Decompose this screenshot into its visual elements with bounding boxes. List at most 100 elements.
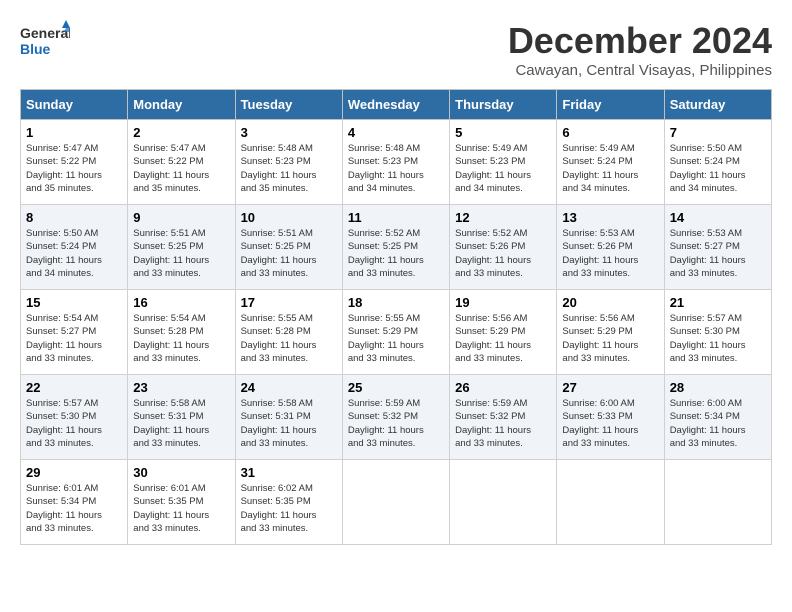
day-number: 6 xyxy=(562,125,658,140)
day-number: 27 xyxy=(562,380,658,395)
calendar-cell: 19 Sunrise: 5:56 AMSunset: 5:29 PMDayligh… xyxy=(450,290,557,375)
day-number: 18 xyxy=(348,295,444,310)
day-info: Sunrise: 5:52 AMSunset: 5:26 PMDaylight:… xyxy=(455,227,551,280)
day-info: Sunrise: 5:52 AMSunset: 5:25 PMDaylight:… xyxy=(348,227,444,280)
day-number: 24 xyxy=(241,380,337,395)
day-info: Sunrise: 5:50 AMSunset: 5:24 PMDaylight:… xyxy=(670,142,766,195)
calendar-cell: 28Sunrise: 6:00 AMSunset: 5:34 PMDayligh… xyxy=(664,375,771,460)
calendar-cell: 22 Sunrise: 5:57 AMSunset: 5:30 PMDayligh… xyxy=(21,375,128,460)
calendar-cell: 29 Sunrise: 6:01 AMSunset: 5:34 PMDayligh… xyxy=(21,460,128,545)
calendar-cell: 14 Sunrise: 5:53 AMSunset: 5:27 PMDayligh… xyxy=(664,205,771,290)
header-day-sunday: Sunday xyxy=(21,90,128,120)
day-info: Sunrise: 5:48 AMSunset: 5:23 PMDaylight:… xyxy=(348,142,444,195)
day-info: Sunrise: 5:56 AMSunset: 5:29 PMDaylight:… xyxy=(455,312,551,365)
calendar-cell: 5 Sunrise: 5:49 AMSunset: 5:23 PMDaylight… xyxy=(450,120,557,205)
calendar-cell: 2Sunrise: 5:47 AMSunset: 5:22 PMDaylight… xyxy=(128,120,235,205)
day-number: 5 xyxy=(455,125,551,140)
day-number: 12 xyxy=(455,210,551,225)
day-info: Sunrise: 5:49 AMSunset: 5:23 PMDaylight:… xyxy=(455,142,551,195)
day-info: Sunrise: 5:58 AMSunset: 5:31 PMDaylight:… xyxy=(133,397,229,450)
calendar-cell: 6 Sunrise: 5:49 AMSunset: 5:24 PMDaylight… xyxy=(557,120,664,205)
header-day-thursday: Thursday xyxy=(450,90,557,120)
header: General Blue December 2024 Cawayan, Cent… xyxy=(20,20,772,79)
day-info: Sunrise: 5:55 AMSunset: 5:29 PMDaylight:… xyxy=(348,312,444,365)
calendar-cell: 11Sunrise: 5:52 AMSunset: 5:25 PMDayligh… xyxy=(342,205,449,290)
day-number: 15 xyxy=(26,295,122,310)
calendar-cell xyxy=(342,460,449,545)
calendar-cell: 17 Sunrise: 5:55 AMSunset: 5:28 PMDayligh… xyxy=(235,290,342,375)
logo-icon: General Blue xyxy=(20,20,70,60)
calendar-cell: 9Sunrise: 5:51 AMSunset: 5:25 PMDaylight… xyxy=(128,205,235,290)
calendar-cell: 24 Sunrise: 5:58 AMSunset: 5:31 PMDayligh… xyxy=(235,375,342,460)
calendar-cell: 23Sunrise: 5:58 AMSunset: 5:31 PMDayligh… xyxy=(128,375,235,460)
day-info: Sunrise: 5:47 AMSunset: 5:22 PMDaylight:… xyxy=(26,142,122,195)
header-day-monday: Monday xyxy=(128,90,235,120)
calendar-cell: 1 Sunrise: 5:47 AMSunset: 5:22 PMDaylight… xyxy=(21,120,128,205)
day-info: Sunrise: 5:51 AMSunset: 5:25 PMDaylight:… xyxy=(133,227,229,280)
day-info: Sunrise: 5:55 AMSunset: 5:28 PMDaylight:… xyxy=(241,312,337,365)
day-number: 26 xyxy=(455,380,551,395)
day-number: 1 xyxy=(26,125,122,140)
day-info: Sunrise: 5:58 AMSunset: 5:31 PMDaylight:… xyxy=(241,397,337,450)
calendar-cell: 15 Sunrise: 5:54 AMSunset: 5:27 PMDayligh… xyxy=(21,290,128,375)
day-number: 29 xyxy=(26,465,122,480)
week-row-3: 15 Sunrise: 5:54 AMSunset: 5:27 PMDayligh… xyxy=(21,290,772,375)
day-info: Sunrise: 5:56 AMSunset: 5:29 PMDaylight:… xyxy=(562,312,658,365)
day-number: 4 xyxy=(348,125,444,140)
header-day-tuesday: Tuesday xyxy=(235,90,342,120)
calendar-cell: 4 Sunrise: 5:48 AMSunset: 5:23 PMDaylight… xyxy=(342,120,449,205)
calendar-cell: 26 Sunrise: 5:59 AMSunset: 5:32 PMDayligh… xyxy=(450,375,557,460)
day-number: 8 xyxy=(26,210,122,225)
calendar-header-row: SundayMondayTuesdayWednesdayThursdayFrid… xyxy=(21,90,772,120)
calendar-cell: 31Sunrise: 6:02 AMSunset: 5:35 PMDayligh… xyxy=(235,460,342,545)
calendar-cell: 20 Sunrise: 5:56 AMSunset: 5:29 PMDayligh… xyxy=(557,290,664,375)
day-info: Sunrise: 6:00 AMSunset: 5:34 PMDaylight:… xyxy=(670,397,766,450)
week-row-4: 22 Sunrise: 5:57 AMSunset: 5:30 PMDayligh… xyxy=(21,375,772,460)
header-day-saturday: Saturday xyxy=(664,90,771,120)
title-area: December 2024 Cawayan, Central Visayas, … xyxy=(508,20,772,79)
day-number: 14 xyxy=(670,210,766,225)
day-number: 31 xyxy=(241,465,337,480)
day-info: Sunrise: 6:00 AMSunset: 5:33 PMDaylight:… xyxy=(562,397,658,450)
day-info: Sunrise: 5:54 AMSunset: 5:27 PMDaylight:… xyxy=(26,312,122,365)
day-info: Sunrise: 5:49 AMSunset: 5:24 PMDaylight:… xyxy=(562,142,658,195)
day-number: 7 xyxy=(670,125,766,140)
day-info: Sunrise: 5:47 AMSunset: 5:22 PMDaylight:… xyxy=(133,142,229,195)
calendar-cell: 30Sunrise: 6:01 AMSunset: 5:35 PMDayligh… xyxy=(128,460,235,545)
day-info: Sunrise: 5:59 AMSunset: 5:32 PMDaylight:… xyxy=(455,397,551,450)
calendar-cell: 10Sunrise: 5:51 AMSunset: 5:25 PMDayligh… xyxy=(235,205,342,290)
day-number: 10 xyxy=(241,210,337,225)
header-day-wednesday: Wednesday xyxy=(342,90,449,120)
day-info: Sunrise: 5:48 AMSunset: 5:23 PMDaylight:… xyxy=(241,142,337,195)
svg-text:Blue: Blue xyxy=(20,41,51,57)
day-number: 30 xyxy=(133,465,229,480)
calendar-cell: 16 Sunrise: 5:54 AMSunset: 5:28 PMDayligh… xyxy=(128,290,235,375)
day-info: Sunrise: 5:57 AMSunset: 5:30 PMDaylight:… xyxy=(670,312,766,365)
day-info: Sunrise: 5:59 AMSunset: 5:32 PMDaylight:… xyxy=(348,397,444,450)
day-info: Sunrise: 6:01 AMSunset: 5:34 PMDaylight:… xyxy=(26,482,122,535)
day-number: 16 xyxy=(133,295,229,310)
day-info: Sunrise: 5:50 AMSunset: 5:24 PMDaylight:… xyxy=(26,227,122,280)
week-row-2: 8 Sunrise: 5:50 AMSunset: 5:24 PMDaylight… xyxy=(21,205,772,290)
calendar-cell: 7 Sunrise: 5:50 AMSunset: 5:24 PMDaylight… xyxy=(664,120,771,205)
calendar-cell: 13Sunrise: 5:53 AMSunset: 5:26 PMDayligh… xyxy=(557,205,664,290)
day-number: 13 xyxy=(562,210,658,225)
calendar-cell: 21Sunrise: 5:57 AMSunset: 5:30 PMDayligh… xyxy=(664,290,771,375)
day-info: Sunrise: 5:53 AMSunset: 5:27 PMDaylight:… xyxy=(670,227,766,280)
day-info: Sunrise: 5:54 AMSunset: 5:28 PMDaylight:… xyxy=(133,312,229,365)
header-day-friday: Friday xyxy=(557,90,664,120)
calendar-cell: 27 Sunrise: 6:00 AMSunset: 5:33 PMDayligh… xyxy=(557,375,664,460)
month-title: December 2024 xyxy=(508,20,772,62)
calendar-cell: 3Sunrise: 5:48 AMSunset: 5:23 PMDaylight… xyxy=(235,120,342,205)
calendar-table: SundayMondayTuesdayWednesdayThursdayFrid… xyxy=(20,89,772,545)
calendar-cell: 12 Sunrise: 5:52 AMSunset: 5:26 PMDayligh… xyxy=(450,205,557,290)
calendar-cell xyxy=(450,460,557,545)
day-number: 17 xyxy=(241,295,337,310)
calendar-cell: 25Sunrise: 5:59 AMSunset: 5:32 PMDayligh… xyxy=(342,375,449,460)
calendar-cell xyxy=(664,460,771,545)
day-number: 19 xyxy=(455,295,551,310)
day-number: 20 xyxy=(562,295,658,310)
day-info: Sunrise: 5:57 AMSunset: 5:30 PMDaylight:… xyxy=(26,397,122,450)
day-number: 22 xyxy=(26,380,122,395)
calendar-cell xyxy=(557,460,664,545)
